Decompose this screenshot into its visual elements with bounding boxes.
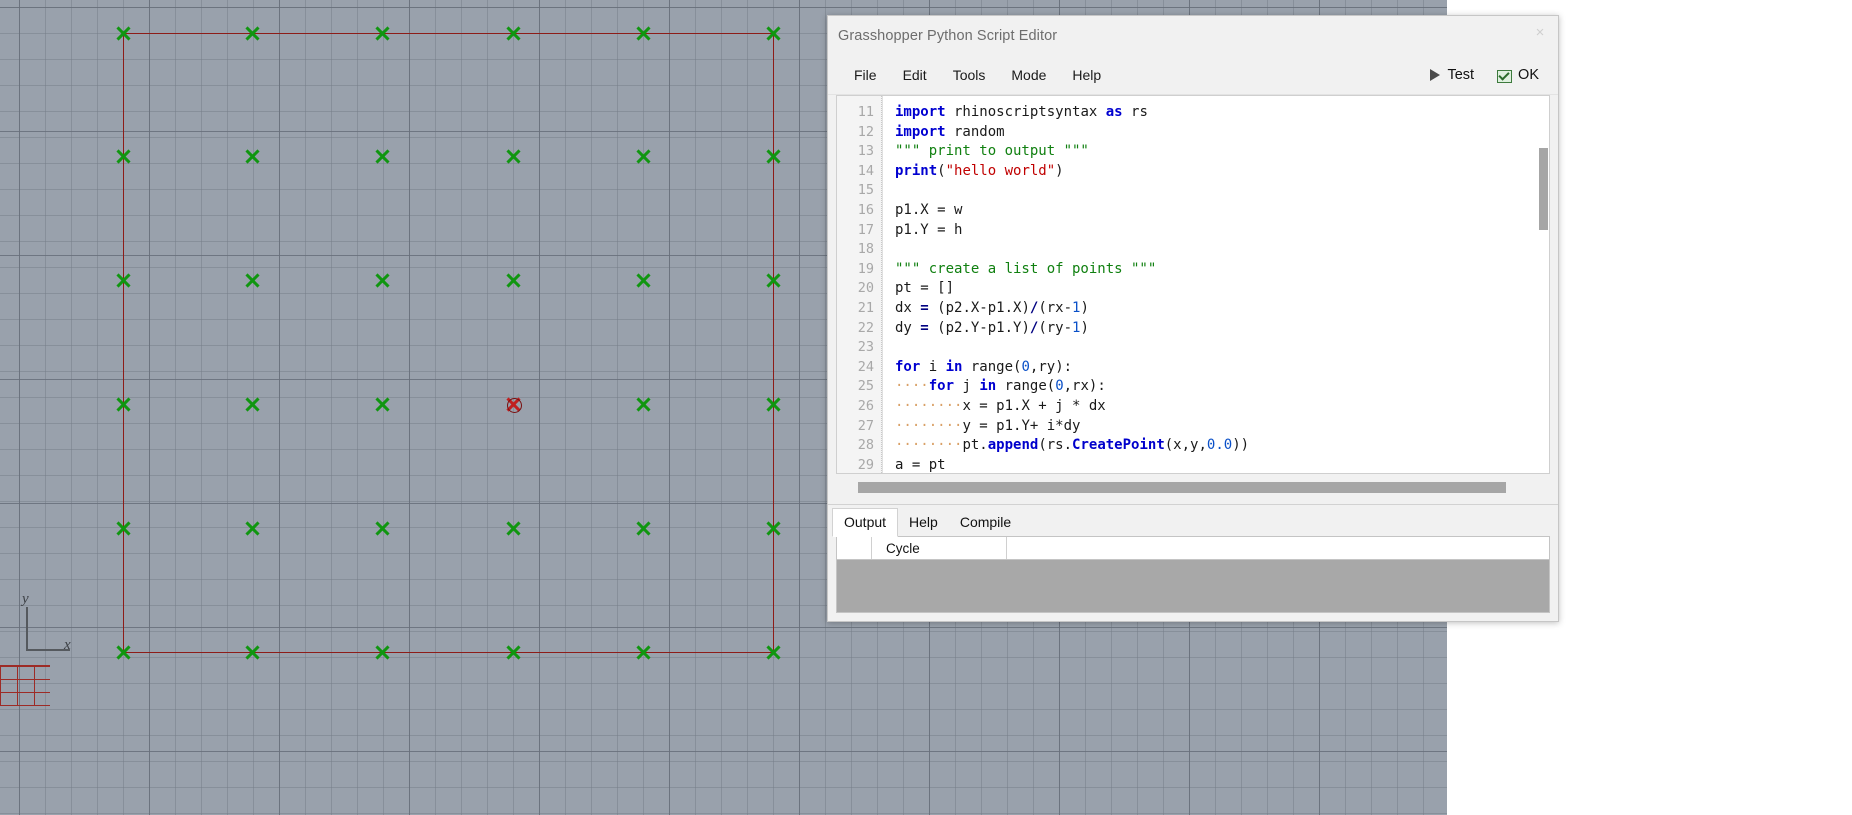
point-selection-ring — [507, 398, 522, 413]
play-icon — [1430, 69, 1440, 81]
output-table-body — [837, 560, 1549, 612]
menu-item-help[interactable]: Help — [1059, 63, 1114, 87]
menu-item-file[interactable]: File — [841, 63, 890, 87]
test-button[interactable]: Test — [1419, 64, 1485, 86]
bottom-panel: Output Help Compile Cycle — [828, 504, 1558, 621]
output-table-header-cycle[interactable]: Cycle — [872, 537, 1007, 559]
close-icon[interactable]: × — [1526, 20, 1554, 44]
script-editor-window: Grasshopper Python Script Editor × File … — [827, 15, 1559, 622]
tab-help[interactable]: Help — [898, 509, 949, 536]
menu-item-edit[interactable]: Edit — [890, 63, 940, 87]
code-horizontal-scrollbar[interactable] — [836, 478, 1550, 498]
axis-gizmo: y x — [14, 595, 84, 665]
ok-button-label: OK — [1518, 67, 1539, 83]
menu-item-tools[interactable]: Tools — [940, 63, 999, 87]
tab-compile[interactable]: Compile — [949, 509, 1022, 536]
window-titlebar[interactable]: Grasshopper Python Script Editor × — [828, 16, 1558, 56]
menubar: File Edit Tools Mode Help Test OK — [828, 56, 1558, 95]
code-text[interactable]: import rhinoscriptsyntax as rs import ra… — [882, 96, 1549, 473]
corner-red-grid — [0, 665, 50, 706]
axis-x-label: x — [64, 637, 71, 654]
output-table-header: Cycle — [837, 537, 1549, 560]
window-title: Grasshopper Python Script Editor — [838, 28, 1057, 44]
output-table: Cycle — [836, 536, 1550, 613]
viewport-paper-edge-top — [1447, 0, 1479, 10]
menu-item-mode[interactable]: Mode — [998, 63, 1059, 87]
code-vertical-scrollbar[interactable] — [1537, 96, 1549, 473]
boundary-rectangle[interactable] — [123, 33, 774, 653]
axis-y-label: y — [22, 591, 29, 608]
tab-output[interactable]: Output — [832, 508, 898, 537]
bottom-tabs: Output Help Compile — [828, 505, 1558, 536]
output-table-header-spacer — [837, 537, 872, 559]
axis-y-line — [26, 607, 28, 651]
test-button-label: Test — [1447, 67, 1474, 83]
checkmark-icon — [1496, 69, 1511, 82]
code-horizontal-scrollbar-thumb[interactable] — [858, 482, 1506, 493]
code-vertical-scrollbar-thumb[interactable] — [1539, 148, 1548, 230]
line-number-gutter: 11 12 13 14 15 16 17 18 19 20 21 22 23 2… — [837, 96, 882, 473]
toolbar-buttons: Test OK — [1419, 56, 1550, 94]
ok-button[interactable]: OK — [1485, 64, 1550, 86]
code-editor-area[interactable]: 11 12 13 14 15 16 17 18 19 20 21 22 23 2… — [836, 95, 1550, 474]
code-scroll-area[interactable]: 11 12 13 14 15 16 17 18 19 20 21 22 23 2… — [837, 96, 1549, 473]
